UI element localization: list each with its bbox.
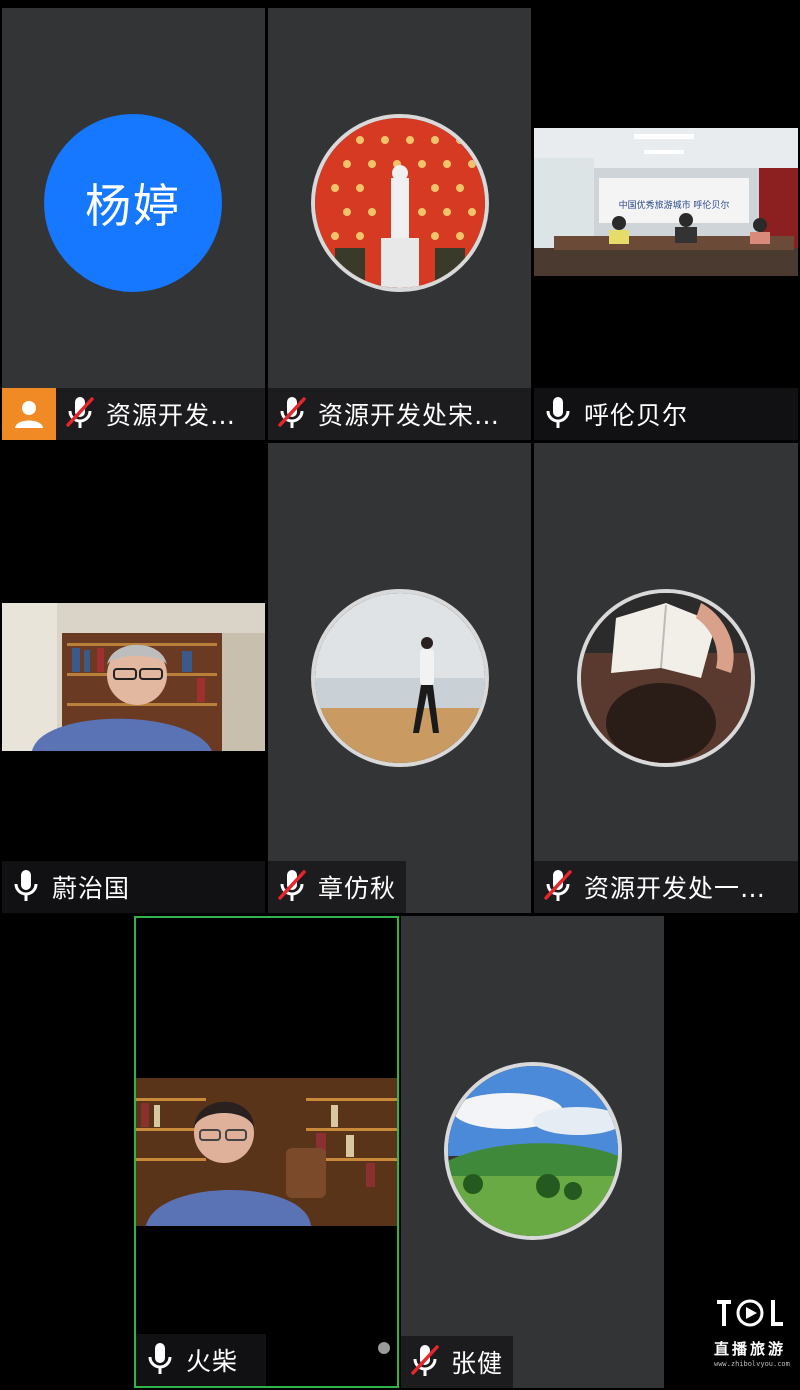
participant-tile[interactable]: 杨婷 资源开发… xyxy=(2,8,265,440)
participant-name: 资源开发处宋… xyxy=(318,401,501,430)
participant-name-bar: 呼伦贝尔 xyxy=(534,388,798,440)
man-with-bookshelf-video-icon xyxy=(2,603,265,751)
mic-muted-icon xyxy=(276,867,308,907)
person-icon xyxy=(15,401,43,428)
watermark-url: www.zhibolvyou.com xyxy=(714,1360,790,1368)
participant-name: 章仿秋 xyxy=(318,874,397,903)
participant-tile[interactable]: 张健 xyxy=(401,916,664,1388)
mic-on-icon xyxy=(10,867,42,907)
participant-name: 资源开发处一… xyxy=(584,874,767,903)
participant-tile[interactable]: 中国优秀旅游城市 呼伦贝尔 呼伦贝尔 xyxy=(534,8,798,440)
watermark-text: 直播旅游 xyxy=(714,1340,787,1358)
conference-room-video-icon: 中国优秀旅游城市 呼伦贝尔 xyxy=(534,128,798,276)
participant-name: 呼伦贝尔 xyxy=(584,401,689,430)
participant-tile[interactable]: 章仿秋 xyxy=(268,443,531,913)
participant-name-bar: 资源开发处一… xyxy=(534,861,798,913)
participant-name-bar: 章仿秋 xyxy=(268,861,406,913)
avatar-text: 杨婷 xyxy=(85,179,181,233)
woman-walking-desert-photo-icon xyxy=(311,589,489,767)
participant-name: 张健 xyxy=(451,1349,504,1378)
participant-name: 蔚治国 xyxy=(52,874,131,903)
participant-tile[interactable]: 资源开发处宋… xyxy=(268,8,531,440)
watermark-logo: 直播旅游 www.zhibolvyou.com xyxy=(714,1296,790,1368)
mic-on-icon xyxy=(542,394,574,434)
mic-muted-icon xyxy=(64,394,96,434)
person-reading-book-photo-icon xyxy=(577,589,755,767)
mic-muted-icon xyxy=(409,1342,441,1382)
participant-tile-active-speaker[interactable]: 火柴 xyxy=(134,916,399,1388)
participant-name-bar: 蔚治国 xyxy=(2,861,265,913)
mic-on-icon xyxy=(144,1340,176,1380)
banner-text: 中国优秀旅游城市 呼伦贝尔 xyxy=(619,199,730,211)
participant-tile[interactable]: 资源开发处一… xyxy=(534,443,798,913)
participant-name-bar: 张健 xyxy=(401,1336,513,1388)
participant-name-bar: 火柴 xyxy=(136,1334,266,1386)
green-grassland-photo-icon xyxy=(444,1062,622,1240)
play-logo-icon xyxy=(717,1299,783,1327)
statue-photo-icon xyxy=(311,114,489,292)
participant-avatar: 杨婷 xyxy=(44,114,222,292)
mic-muted-icon xyxy=(542,867,574,907)
man-with-bookshelf-video-icon xyxy=(136,1078,397,1226)
host-badge xyxy=(2,388,56,440)
participant-name-bar: 资源开发处宋… xyxy=(268,388,531,440)
page-indicator-dot xyxy=(378,1342,390,1354)
participant-name: 火柴 xyxy=(186,1347,239,1376)
participant-tile[interactable]: 蔚治国 xyxy=(2,443,265,913)
mic-muted-icon xyxy=(276,394,308,434)
participant-name: 资源开发… xyxy=(106,401,237,430)
